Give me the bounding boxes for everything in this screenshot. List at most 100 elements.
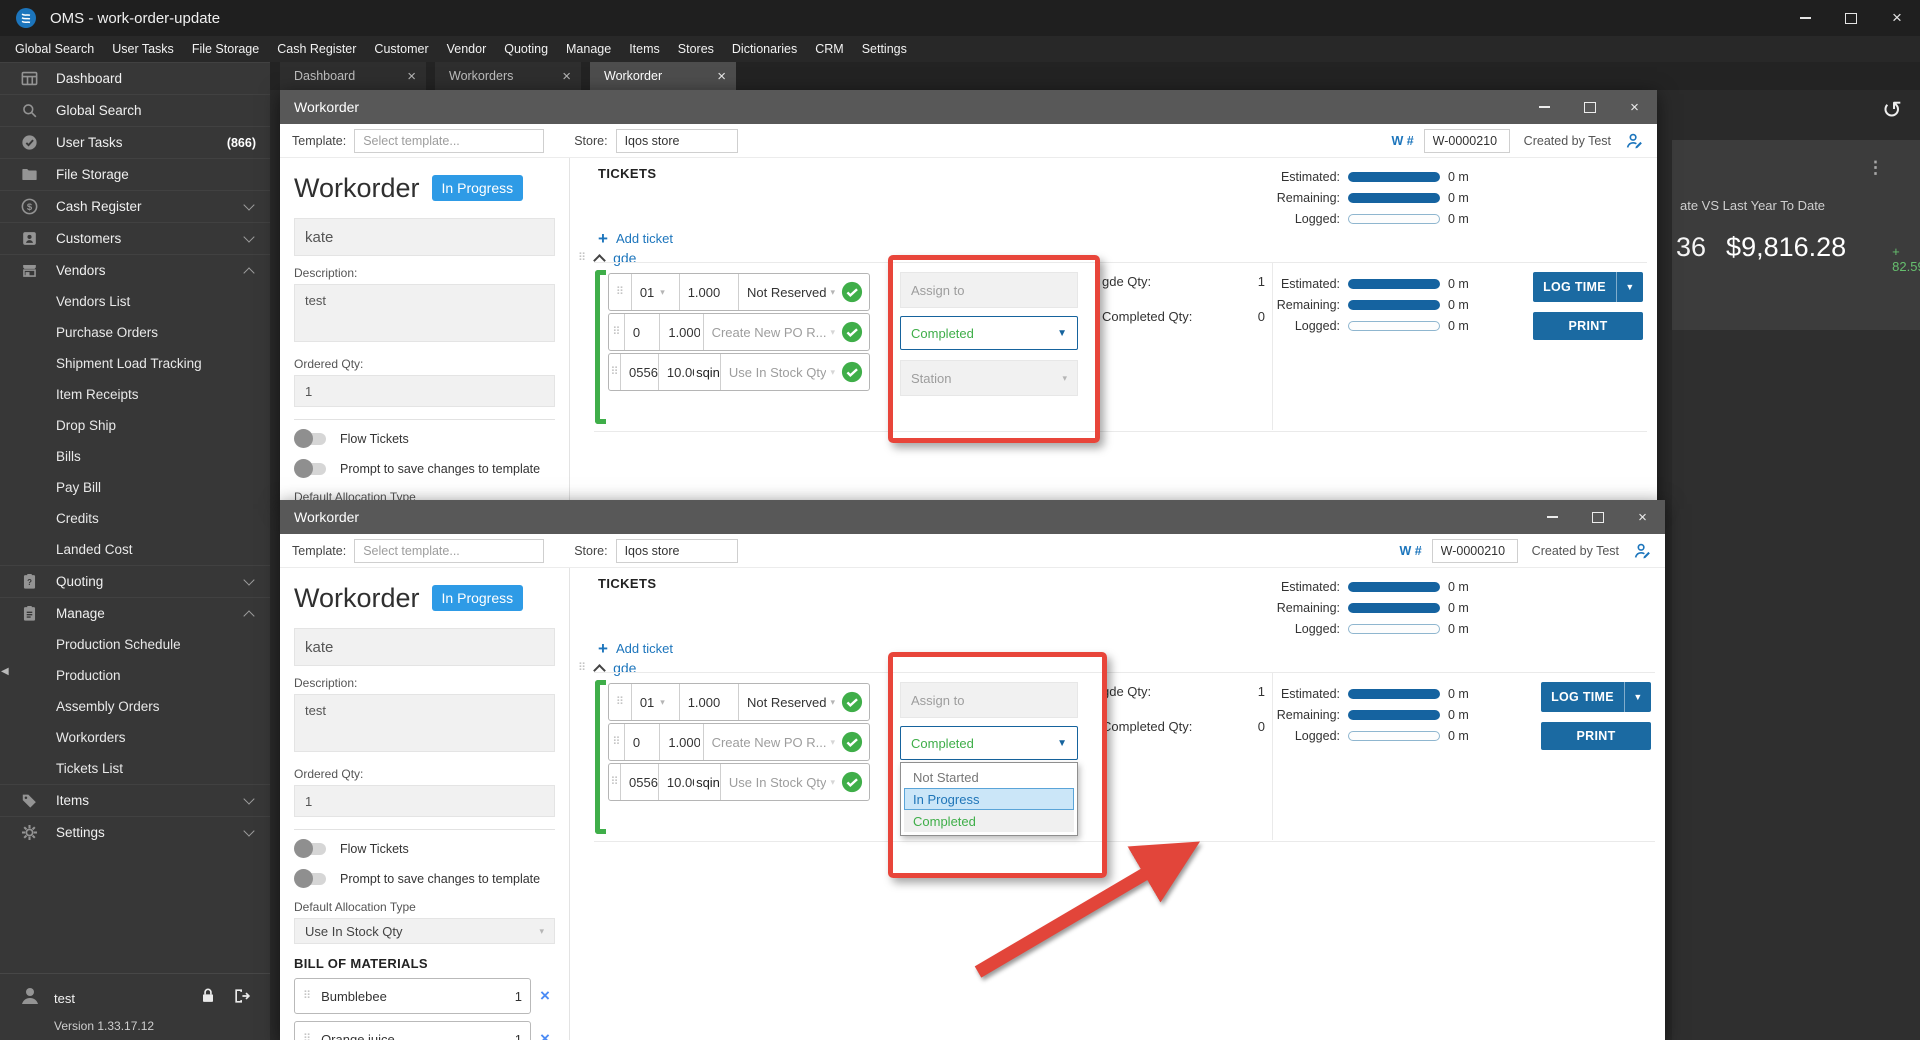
- sidebar-item-item-receipts[interactable]: Item Receipts: [0, 379, 270, 410]
- print-button[interactable]: PRINT: [1533, 312, 1643, 340]
- tab-close-icon[interactable]: ×: [717, 68, 726, 85]
- chevron-down-icon[interactable]: ▼: [1617, 272, 1643, 302]
- menu-item-vendor[interactable]: Vendor: [438, 36, 496, 62]
- close-button[interactable]: ×: [1620, 500, 1665, 534]
- drag-handle-icon[interactable]: ⠿: [609, 684, 632, 720]
- ordered-qty-input[interactable]: [294, 375, 555, 407]
- chevron-down-icon[interactable]: ▼: [1625, 682, 1651, 712]
- menu-item-manage[interactable]: Manage: [557, 36, 620, 62]
- dropdown-option-in-progress[interactable]: In Progress: [904, 788, 1074, 810]
- sidebar-item-production[interactable]: Production: [0, 660, 270, 691]
- name-input[interactable]: [294, 628, 555, 666]
- kebab-menu-icon[interactable]: ⋮: [1867, 158, 1884, 178]
- tab-workorder[interactable]: Workorder ×: [590, 62, 736, 90]
- workorder-number-input[interactable]: [1423, 128, 1510, 153]
- app-close-button[interactable]: ×: [1874, 0, 1920, 36]
- menu-item-customer[interactable]: Customer: [365, 36, 437, 62]
- prompt-save-toggle[interactable]: [294, 459, 326, 478]
- assign-to-input[interactable]: [900, 272, 1078, 308]
- store-input[interactable]: [615, 538, 738, 563]
- tab-close-icon[interactable]: ×: [562, 68, 571, 85]
- drag-handle-icon[interactable]: ⠿: [609, 764, 621, 800]
- sidebar-item-vendors-list[interactable]: Vendors List: [0, 286, 270, 317]
- allocation-select[interactable]: Use In Stock Qty ▾: [294, 918, 555, 944]
- sidebar-item-landed-cost[interactable]: Landed Cost: [0, 534, 270, 565]
- template-input[interactable]: [354, 128, 545, 153]
- sidebar-item-credits[interactable]: Credits: [0, 503, 270, 534]
- tab-workorders[interactable]: Workorders ×: [435, 62, 581, 90]
- description-textarea[interactable]: test: [294, 284, 555, 342]
- station-select[interactable]: Station ▾: [900, 360, 1078, 396]
- drag-handle-icon[interactable]: ⠿: [609, 354, 621, 390]
- add-ticket-link[interactable]: + Add ticket: [598, 230, 673, 247]
- menu-item-stores[interactable]: Stores: [669, 36, 723, 62]
- window-titlebar[interactable]: Workorder ×: [280, 90, 1657, 124]
- logout-icon[interactable]: [232, 986, 252, 1011]
- drag-handle-icon[interactable]: ⠿: [609, 314, 625, 350]
- print-button[interactable]: PRINT: [1541, 722, 1651, 750]
- store-input[interactable]: [615, 128, 738, 153]
- app-minimize-button[interactable]: [1782, 0, 1828, 36]
- sidebar-item-quoting[interactable]: ? Quoting: [0, 565, 270, 597]
- sidebar-item-cash-register[interactable]: $ Cash Register: [0, 190, 270, 222]
- dropdown-option-completed[interactable]: Completed: [904, 810, 1074, 832]
- add-ticket-link[interactable]: + Add ticket: [598, 640, 673, 657]
- menu-item-settings[interactable]: Settings: [853, 36, 916, 62]
- sidebar-item-bills[interactable]: Bills: [0, 441, 270, 472]
- sidebar-item-settings[interactable]: Settings: [0, 816, 270, 848]
- assign-to-input[interactable]: [900, 682, 1078, 718]
- menu-item-global-search[interactable]: Global Search: [6, 36, 103, 62]
- sidebar-item-production-schedule[interactable]: Production Schedule: [0, 629, 270, 660]
- sidebar-item-dashboard[interactable]: Dashboard: [0, 62, 270, 94]
- sidebar-item-purchase-orders[interactable]: Purchase Orders: [0, 317, 270, 348]
- menu-item-crm[interactable]: CRM: [806, 36, 852, 62]
- minimize-button[interactable]: [1530, 500, 1575, 534]
- description-textarea[interactable]: test: [294, 694, 555, 752]
- drag-handle-icon[interactable]: ⠿: [303, 990, 311, 1002]
- app-maximize-button[interactable]: [1828, 0, 1874, 36]
- sidebar-item-pay-bill[interactable]: Pay Bill: [0, 472, 270, 503]
- remove-icon[interactable]: ×: [535, 1029, 555, 1040]
- lock-icon[interactable]: [198, 986, 218, 1011]
- sidebar-item-user-tasks[interactable]: User Tasks (866): [0, 126, 270, 158]
- drag-handle-icon[interactable]: ⠿: [303, 1033, 311, 1040]
- maximize-button[interactable]: [1567, 90, 1612, 124]
- ordered-qty-input[interactable]: [294, 785, 555, 817]
- drag-handle-icon[interactable]: ⠿: [609, 724, 625, 760]
- menu-item-dictionaries[interactable]: Dictionaries: [723, 36, 806, 62]
- menu-item-file-storage[interactable]: File Storage: [183, 36, 268, 62]
- flow-tickets-toggle[interactable]: [294, 839, 326, 858]
- sidebar-item-manage[interactable]: Manage: [0, 597, 270, 629]
- name-input[interactable]: [294, 218, 555, 256]
- dropdown-option-not-started[interactable]: Not Started: [904, 766, 1074, 788]
- refresh-icon[interactable]: ↺: [1882, 96, 1902, 125]
- sidebar-item-vendors[interactable]: Vendors: [0, 254, 270, 286]
- menu-item-items[interactable]: Items: [620, 36, 669, 62]
- sidebar-collapse-arrow-icon[interactable]: ◀: [1, 666, 9, 677]
- prompt-save-toggle[interactable]: [294, 869, 326, 888]
- sidebar-item-shipment-load-tracking[interactable]: Shipment Load Tracking: [0, 348, 270, 379]
- menu-item-quoting[interactable]: Quoting: [495, 36, 557, 62]
- minimize-button[interactable]: [1522, 90, 1567, 124]
- sidebar-item-file-storage[interactable]: File Storage: [0, 158, 270, 190]
- template-input[interactable]: [354, 538, 545, 563]
- maximize-button[interactable]: [1575, 500, 1620, 534]
- drag-handle-icon[interactable]: ⠿: [609, 274, 632, 310]
- drag-handle-icon[interactable]: ⠿: [578, 662, 586, 674]
- flow-tickets-toggle[interactable]: [294, 429, 326, 448]
- tab-close-icon[interactable]: ×: [407, 68, 416, 85]
- tab-dashboard[interactable]: Dashboard ×: [280, 62, 426, 90]
- drag-handle-icon[interactable]: ⠿: [578, 252, 586, 264]
- workorder-number-input[interactable]: [1431, 538, 1518, 563]
- ticket-status-select[interactable]: Completed ▼: [900, 726, 1078, 760]
- sidebar-item-items[interactable]: Items: [0, 784, 270, 816]
- close-button[interactable]: ×: [1612, 90, 1657, 124]
- sidebar-item-global-search[interactable]: Global Search: [0, 94, 270, 126]
- ticket-status-select[interactable]: Completed ▼: [900, 316, 1078, 350]
- sidebar-item-assembly-orders[interactable]: Assembly Orders: [0, 691, 270, 722]
- log-time-button[interactable]: LOG TIME ▼: [1541, 682, 1651, 712]
- menu-item-cash-register[interactable]: Cash Register: [268, 36, 365, 62]
- log-time-button[interactable]: LOG TIME ▼: [1533, 272, 1643, 302]
- window-titlebar[interactable]: Workorder ×: [280, 500, 1665, 534]
- sidebar-item-customers[interactable]: Customers: [0, 222, 270, 254]
